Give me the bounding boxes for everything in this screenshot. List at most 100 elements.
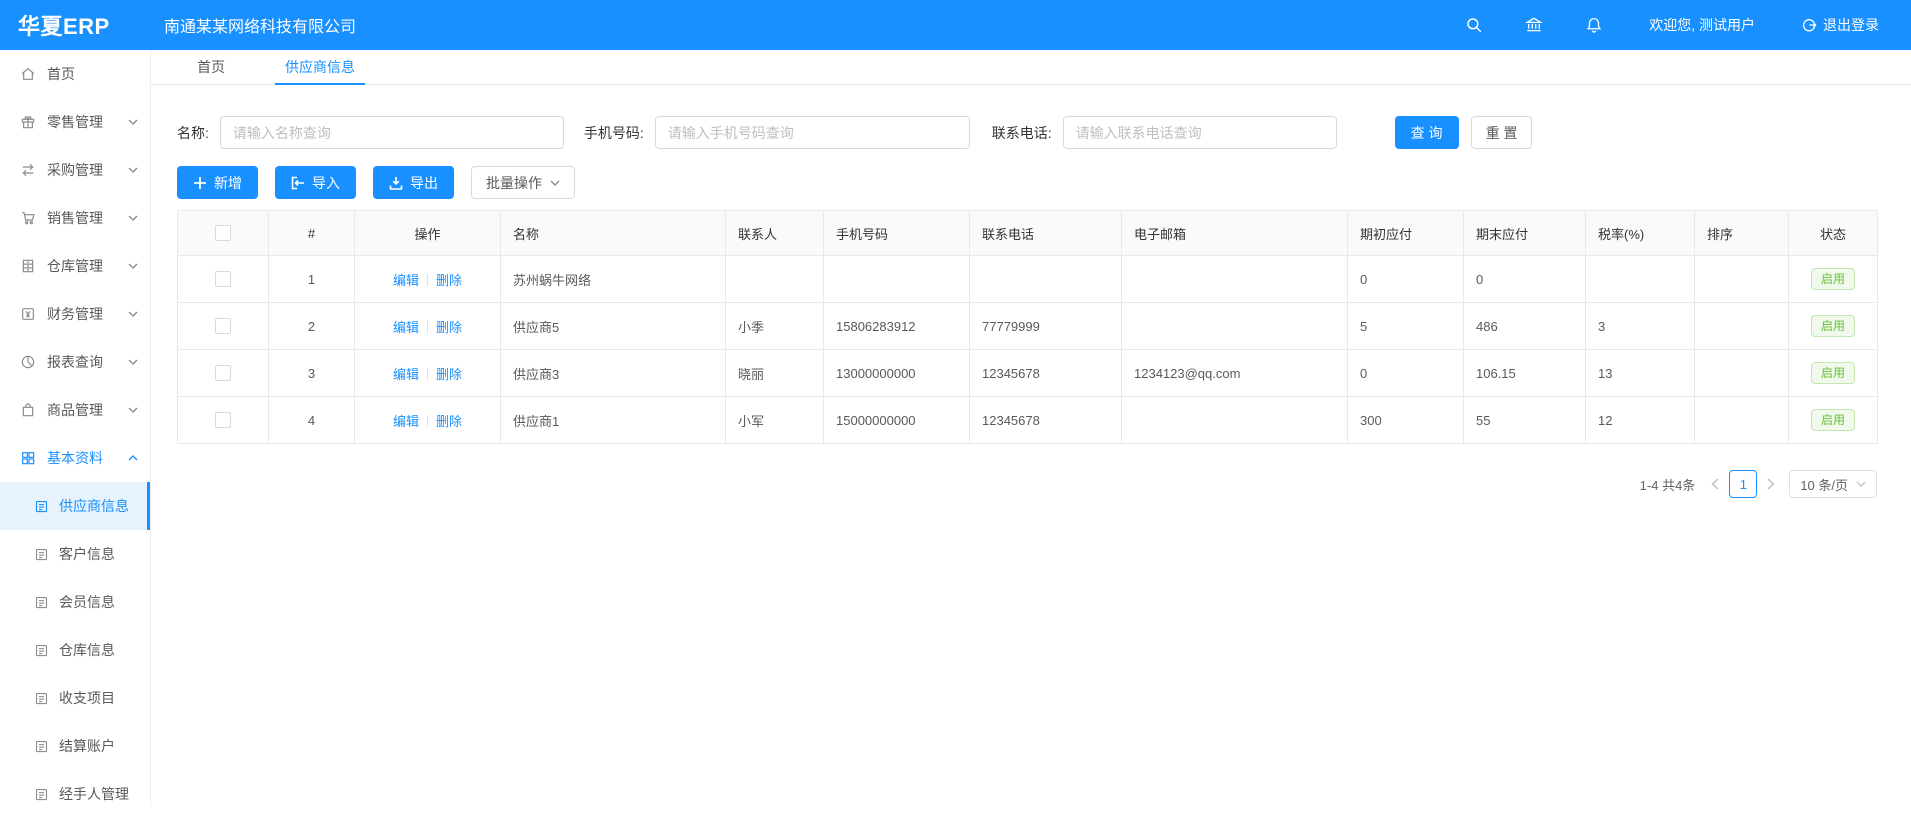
sidebar-item-label: 结算账户 — [59, 736, 115, 756]
phone-filter-input[interactable] — [655, 116, 970, 149]
sidebar-item-label: 会员信息 — [59, 592, 115, 612]
delete-link[interactable]: 删除 — [436, 273, 462, 288]
top-header: 华夏ERP 南通某某网络科技有限公司 欢迎您, 测试用户 退出登录 — [0, 0, 1911, 50]
row-checkbox[interactable] — [215, 271, 231, 287]
select-all-checkbox[interactable] — [215, 225, 231, 241]
sidebar-item-warehouse-info[interactable]: 仓库信息 — [0, 626, 150, 674]
row-checkbox[interactable] — [215, 412, 231, 428]
document-icon — [34, 787, 49, 802]
bell-icon[interactable] — [1585, 16, 1603, 34]
sidebar-item-settlement-account[interactable]: 结算账户 — [0, 722, 150, 770]
cell-email — [1122, 303, 1348, 350]
tel-filter-input[interactable] — [1063, 116, 1337, 149]
sidebar-item-label: 仓库管理 — [47, 256, 103, 276]
sidebar-item-label: 采购管理 — [47, 160, 103, 180]
edit-link[interactable]: 编辑 — [393, 367, 419, 382]
app-logo: 华夏ERP — [0, 9, 150, 41]
cell-tel: 12345678 — [970, 397, 1122, 444]
sidebar-item-home[interactable]: 首页 — [0, 50, 150, 98]
name-filter-input[interactable] — [220, 116, 564, 149]
filter-bar: 名称: 手机号码: 联系电话: 查 询 重 置 — [177, 116, 1887, 149]
delete-link[interactable]: 删除 — [436, 367, 462, 382]
prev-page-button[interactable] — [1711, 478, 1719, 490]
add-button[interactable]: 新增 — [177, 166, 258, 199]
page-number-button[interactable]: 1 — [1729, 470, 1757, 498]
sidebar-item-purchase[interactable]: 采购管理 — [0, 146, 150, 194]
col-end-payable: 期末应付 — [1464, 211, 1586, 256]
tab-label: 首页 — [197, 57, 225, 77]
cell-phone: 13000000000 — [824, 350, 970, 397]
chevron-down-icon — [128, 215, 138, 221]
search-button[interactable]: 查 询 — [1395, 116, 1459, 149]
row-index: 3 — [269, 350, 355, 397]
chevron-down-icon — [128, 359, 138, 365]
edit-link[interactable]: 编辑 — [393, 414, 419, 429]
cell-sort — [1695, 303, 1789, 350]
cell-begin-payable: 300 — [1348, 397, 1464, 444]
import-button[interactable]: 导入 — [275, 166, 356, 199]
cell-sort — [1695, 256, 1789, 303]
col-sort: 排序 — [1695, 211, 1789, 256]
col-contact: 联系人 — [726, 211, 824, 256]
chevron-up-icon — [128, 455, 138, 461]
toolbar: 新增 导入 导出 批量操作 — [177, 166, 1887, 199]
divider — [427, 274, 428, 286]
delete-link[interactable]: 删除 — [436, 320, 462, 335]
search-icon[interactable] — [1465, 16, 1483, 34]
tab-supplier-info[interactable]: 供应商信息 — [275, 50, 365, 84]
cell-tel: 77779999 — [970, 303, 1122, 350]
sidebar-item-warehouse[interactable]: 仓库管理 — [0, 242, 150, 290]
page-size-select[interactable]: 10 条/页 — [1789, 470, 1877, 498]
edit-link[interactable]: 编辑 — [393, 273, 419, 288]
export-button[interactable]: 导出 — [373, 166, 454, 199]
batch-actions-dropdown[interactable]: 批量操作 — [471, 166, 575, 199]
sidebar-item-income-expense[interactable]: 收支项目 — [0, 674, 150, 722]
status-badge: 启用 — [1811, 268, 1855, 290]
sidebar-item-reports[interactable]: 报表查询 — [0, 338, 150, 386]
sidebar-item-goods[interactable]: 商品管理 — [0, 386, 150, 434]
col-email: 电子邮箱 — [1122, 211, 1348, 256]
pagination-total: 1-4 共4条 — [1640, 475, 1696, 494]
sidebar-item-handler-mgmt[interactable]: 经手人管理 — [0, 770, 150, 818]
sidebar-item-label: 零售管理 — [47, 112, 103, 132]
name-filter-label: 名称: — [177, 123, 209, 143]
cell-end-payable: 55 — [1464, 397, 1586, 444]
grid-icon — [20, 450, 36, 466]
import-label: 导入 — [312, 173, 340, 193]
tel-filter-label: 联系电话: — [992, 123, 1052, 143]
row-checkbox[interactable] — [215, 365, 231, 381]
table-row: 3 编辑删除 供应商3 晓丽 13000000000 12345678 1234… — [178, 350, 1878, 397]
next-page-button[interactable] — [1767, 478, 1775, 490]
sidebar-item-supplier-info[interactable]: 供应商信息 — [0, 482, 150, 530]
tab-bar: 首页 供应商信息 — [151, 50, 1911, 85]
reset-button[interactable]: 重 置 — [1471, 116, 1533, 149]
cell-name: 供应商3 — [501, 350, 726, 397]
tab-home[interactable]: 首页 — [187, 50, 235, 84]
sidebar-item-customer-info[interactable]: 客户信息 — [0, 530, 150, 578]
gift-icon — [20, 114, 36, 130]
sidebar-item-label: 商品管理 — [47, 400, 103, 420]
logout-label: 退出登录 — [1823, 15, 1879, 35]
pagination: 1-4 共4条 1 10 条/页 — [177, 470, 1877, 498]
bank-icon[interactable] — [1525, 16, 1543, 34]
tab-label: 供应商信息 — [285, 57, 355, 77]
col-status: 状态 — [1789, 211, 1878, 256]
edit-link[interactable]: 编辑 — [393, 320, 419, 335]
main-area: 首页 供应商信息 名称: 手机号码: 联系电话: 查 询 重 置 新增 导入 — [151, 50, 1911, 806]
phone-filter-label: 手机号码: — [584, 123, 644, 143]
sidebar-item-member-info[interactable]: 会员信息 — [0, 578, 150, 626]
sidebar-item-basic-data[interactable]: 基本资料 — [0, 434, 150, 482]
col-index: # — [269, 211, 355, 256]
col-tel: 联系电话 — [970, 211, 1122, 256]
home-icon — [20, 66, 36, 82]
sidebar-item-sales[interactable]: 销售管理 — [0, 194, 150, 242]
yuan-icon — [20, 306, 36, 322]
sidebar-item-retail[interactable]: 零售管理 — [0, 98, 150, 146]
sidebar-item-label: 财务管理 — [47, 304, 103, 324]
delete-link[interactable]: 删除 — [436, 414, 462, 429]
row-checkbox[interactable] — [215, 318, 231, 334]
logout-button[interactable]: 退出登录 — [1801, 15, 1879, 35]
page-content: 名称: 手机号码: 联系电话: 查 询 重 置 新增 导入 导出 — [151, 85, 1911, 498]
col-phone: 手机号码 — [824, 211, 970, 256]
sidebar-item-finance[interactable]: 财务管理 — [0, 290, 150, 338]
